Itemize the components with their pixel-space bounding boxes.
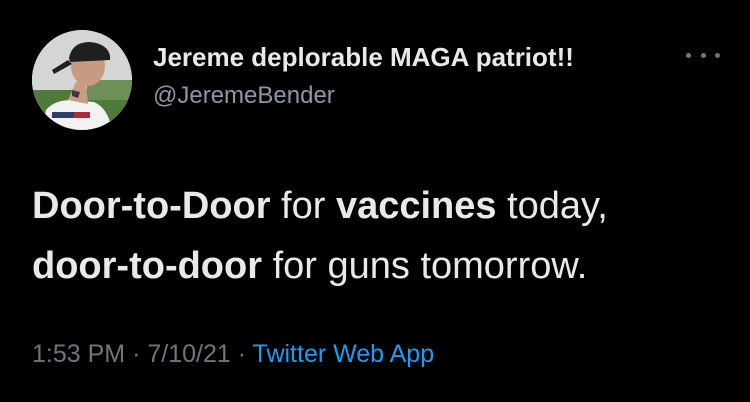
author-display-name[interactable]: Jereme deplorable MAGA patriot!! [153, 42, 574, 73]
more-dot [715, 52, 720, 58]
bold-phrase: Door-to-Door [32, 185, 271, 227]
meta-separator: · [237, 340, 247, 368]
bold-phrase: door-to-door [32, 245, 263, 287]
tweet-source-link[interactable]: Twitter Web App [253, 340, 435, 368]
bold-phrase: vaccines [335, 185, 497, 227]
tweet-text: Door-to-Door for vaccines today, door-to… [32, 176, 722, 296]
tweet-time[interactable]: 1:53 PM [32, 340, 125, 368]
text-segment: for [270, 185, 336, 227]
more-dot [700, 52, 706, 58]
tweet-line-2: door-to-door for guns tomorrow. [32, 236, 722, 296]
tweet-card: Jereme deplorable MAGA patriot!! @Jereme… [0, 0, 750, 402]
more-options-button[interactable] [686, 45, 720, 65]
tweet-meta: 1:53 PM · 7/10/21 · Twitter Web App [32, 340, 434, 369]
author-handle[interactable]: @JeremeBender [153, 82, 335, 110]
tweet-line-1: Door-to-Door for vaccines today, [32, 176, 722, 236]
text-segment: today, [496, 185, 608, 227]
avatar-image [32, 30, 132, 130]
meta-separator: · [132, 340, 141, 368]
text-segment: for guns tomorrow. [262, 245, 588, 287]
tweet-date[interactable]: 7/10/21 [147, 340, 230, 368]
avatar[interactable] [32, 30, 132, 130]
more-horizontal-icon [686, 52, 691, 58]
